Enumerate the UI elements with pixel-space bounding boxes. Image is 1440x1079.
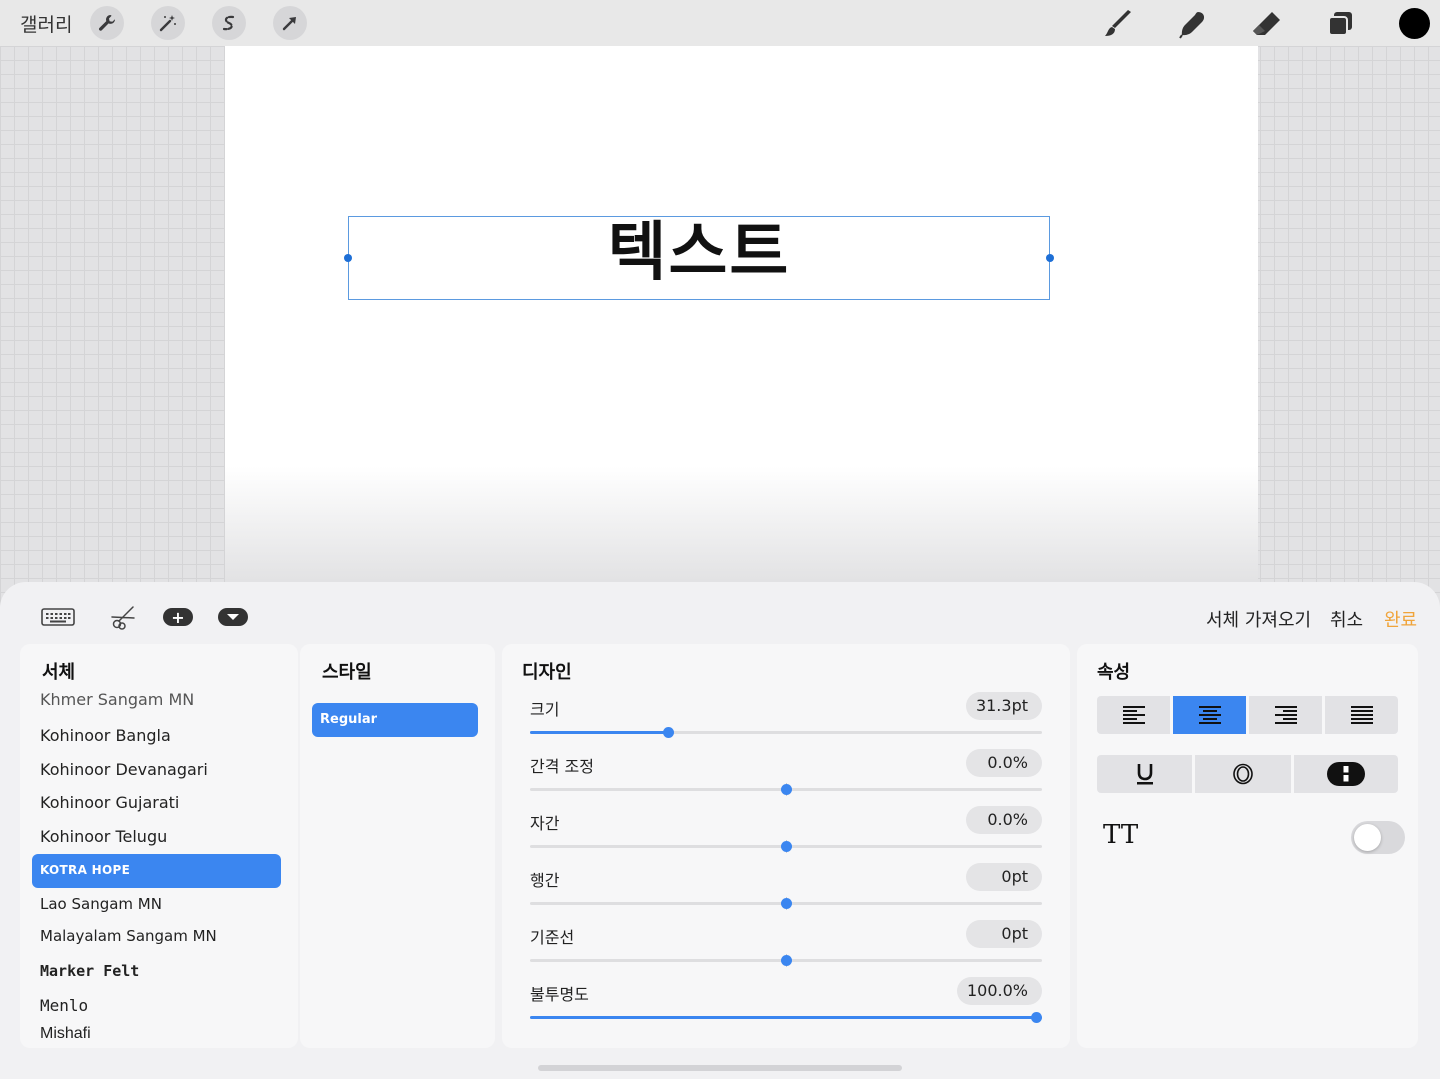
color-picker-swatch[interactable] [1399, 8, 1430, 39]
font-list-title: 서체 [42, 662, 76, 683]
style-list-title: 스타일 [322, 662, 372, 683]
transform-arrow-icon[interactable] [273, 6, 307, 40]
design-panel-title: 디자인 [522, 662, 572, 683]
attributes-panel-title: 속성 [1097, 662, 1131, 683]
all-caps-toggle[interactable] [1351, 821, 1405, 854]
font-item[interactable]: Kohinoor Bangla [40, 726, 171, 745]
gallery-button[interactable]: 갤러리 [20, 10, 72, 37]
toggle-knob [1354, 824, 1381, 851]
leading-label: 행간 [530, 871, 560, 890]
font-item[interactable]: Mishafi [40, 1025, 91, 1043]
style-item-label: Regular [320, 712, 378, 727]
import-font-button[interactable]: 서체 가져오기 [1206, 606, 1311, 632]
align-center-icon[interactable] [1173, 696, 1246, 734]
slider-knob[interactable] [781, 955, 792, 966]
align-justify-icon[interactable] [1325, 696, 1398, 734]
canvas-text[interactable]: 텍스트 [349, 217, 1049, 289]
font-item[interactable]: Marker Felt [40, 962, 139, 980]
slider-knob[interactable] [781, 841, 792, 852]
background-icon[interactable] [1294, 755, 1398, 793]
kerning-label: 자간 [530, 814, 560, 833]
font-item[interactable]: Khmer Sangam MN [40, 690, 194, 709]
top-toolbar: 갤러리 [0, 0, 1440, 46]
font-item[interactable]: Kohinoor Telugu [40, 827, 167, 846]
baseline-value-field[interactable]: 0pt [966, 920, 1042, 948]
font-item[interactable]: Lao Sangam MN [40, 895, 162, 913]
tracking-label: 간격 조정 [530, 757, 594, 776]
cancel-button[interactable]: 취소 [1330, 606, 1363, 632]
font-item[interactable]: Menlo [40, 996, 88, 1015]
collapse-icon[interactable] [218, 604, 248, 630]
scissors-icon[interactable] [108, 604, 138, 630]
selection-s-icon[interactable] [212, 6, 246, 40]
done-button[interactable]: 완료 [1384, 606, 1417, 632]
text-box-right-handle[interactable] [1046, 254, 1054, 262]
text-selection-box[interactable]: 텍스트 [344, 216, 1054, 300]
opacity-label: 불투명도 [530, 985, 589, 1004]
style-list[interactable]: 스타일 Regular [300, 644, 495, 1048]
outline-icon[interactable] [1195, 755, 1291, 793]
font-item[interactable]: Kohinoor Gujarati [40, 793, 179, 812]
slider-fill [530, 1016, 1042, 1019]
underline-icon[interactable] [1097, 755, 1192, 793]
opacity-slider[interactable] [530, 1012, 1042, 1023]
text-edit-panel: + 서체 가져오기 취소 완료 서체 Khmer Sangam MN Kohin… [0, 582, 1440, 1079]
size-slider[interactable] [530, 727, 1042, 738]
baseline-slider[interactable] [530, 954, 1042, 967]
font-item-label: KOTRA HOPE [40, 863, 131, 877]
font-list[interactable]: 서체 Khmer Sangam MN Kohinoor Bangla Kohin… [20, 644, 298, 1048]
text-box-left-handle[interactable] [344, 254, 352, 262]
font-item[interactable]: Malayalam Sangam MN [40, 927, 217, 945]
smudge-icon[interactable] [1176, 7, 1210, 41]
font-item-selected[interactable]: KOTRA HOPE [32, 854, 281, 888]
kerning-value-field[interactable]: 0.0% [966, 806, 1042, 834]
attributes-panel: 속성 TT [1077, 644, 1418, 1048]
leading-slider[interactable] [530, 897, 1042, 910]
design-panel: 디자인 크기 31.3pt 간격 조정 0.0% 자간 0.0% 행간 0pt … [502, 644, 1070, 1048]
tracking-slider[interactable] [530, 783, 1042, 796]
layers-icon[interactable] [1323, 7, 1357, 41]
font-item[interactable]: Kohinoor Devanagari [40, 760, 208, 779]
align-left-icon[interactable] [1097, 696, 1170, 734]
wrench-icon[interactable] [90, 6, 124, 40]
style-item-selected[interactable]: Regular [312, 703, 478, 737]
align-right-icon[interactable] [1249, 696, 1322, 734]
eraser-icon[interactable] [1249, 7, 1283, 41]
add-icon[interactable]: + [163, 604, 193, 630]
slider-knob[interactable] [781, 784, 792, 795]
keyboard-icon[interactable] [40, 604, 76, 630]
baseline-label: 기준선 [530, 928, 575, 947]
all-caps-label: TT [1103, 820, 1139, 850]
leading-value-field[interactable]: 0pt [966, 863, 1042, 891]
size-value-field[interactable]: 31.3pt [966, 692, 1042, 720]
tracking-value-field[interactable]: 0.0% [966, 749, 1042, 777]
slider-knob[interactable] [1031, 1012, 1042, 1023]
magic-wand-icon[interactable] [151, 6, 185, 40]
brush-icon[interactable] [1102, 7, 1136, 41]
size-label: 크기 [530, 700, 560, 719]
slider-knob[interactable] [663, 727, 674, 738]
slider-knob[interactable] [781, 898, 792, 909]
slider-fill [530, 731, 668, 734]
artboard[interactable] [225, 46, 1258, 606]
opacity-value-field[interactable]: 100.0% [957, 977, 1042, 1005]
kerning-slider[interactable] [530, 840, 1042, 853]
home-indicator [538, 1065, 902, 1071]
